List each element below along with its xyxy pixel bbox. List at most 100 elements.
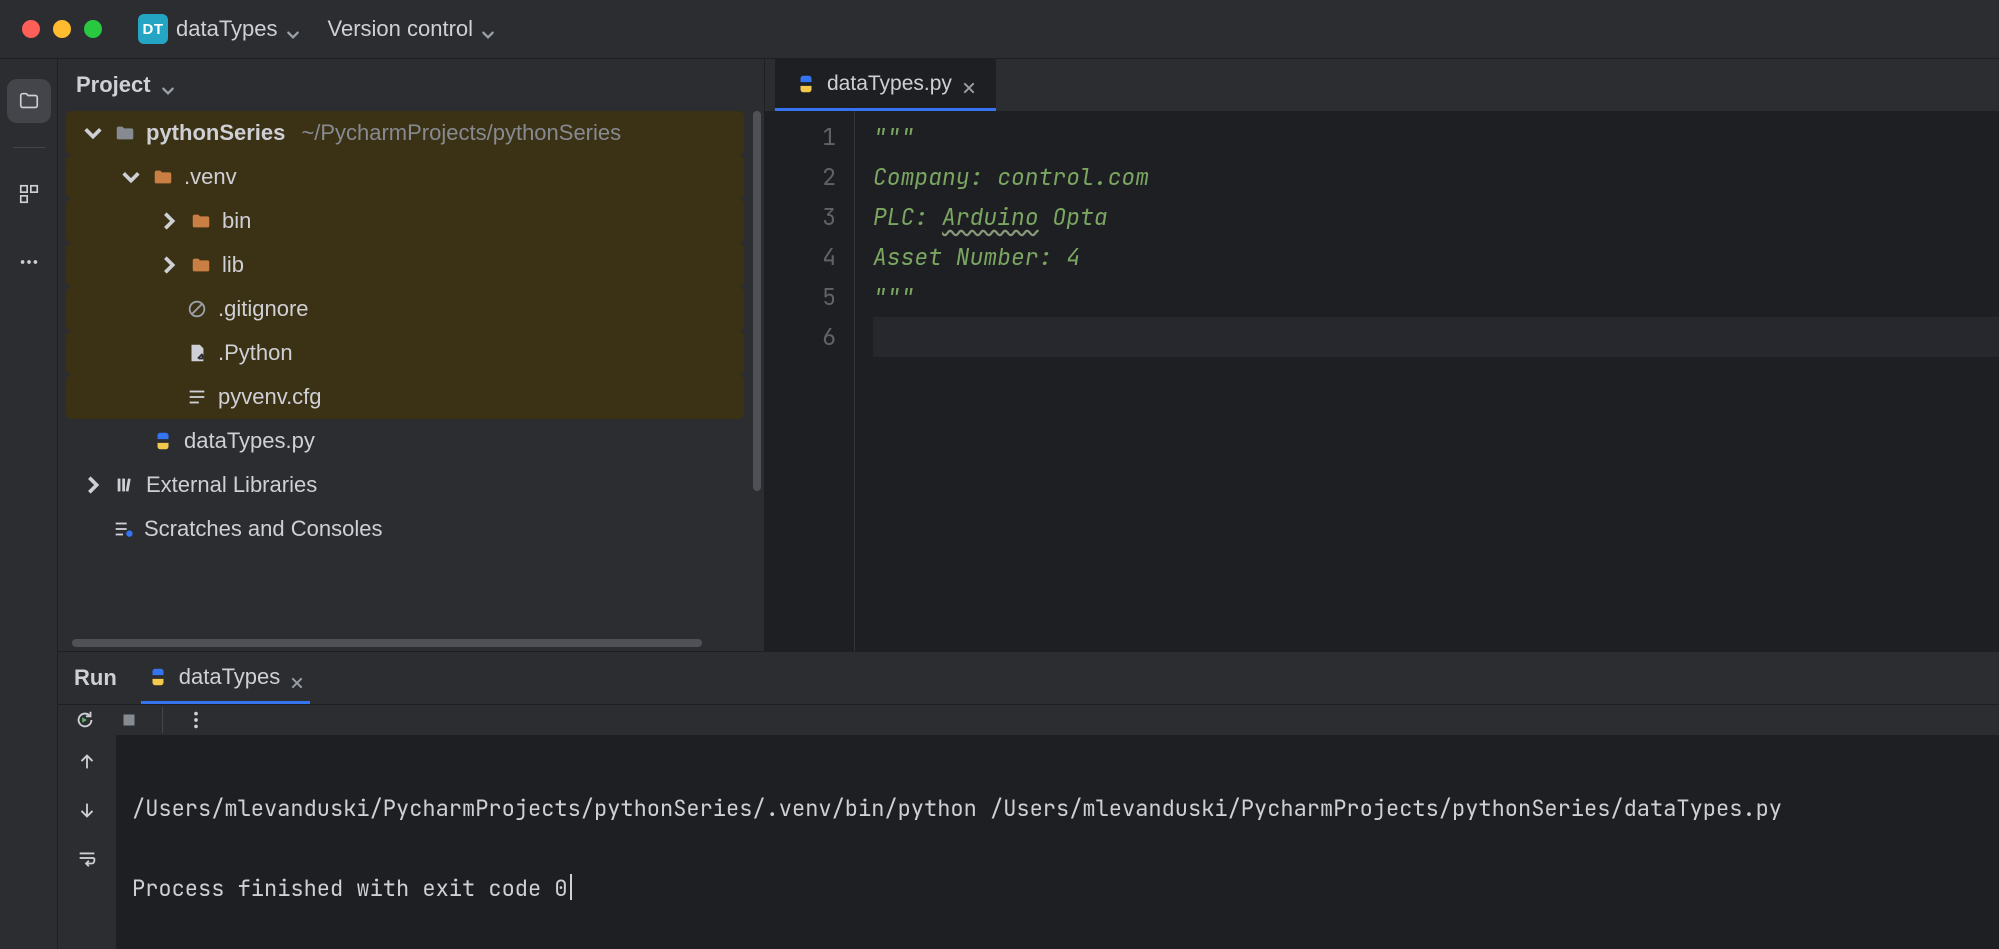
editor-tab-datatypes[interactable]: dataTypes.py — [775, 59, 996, 111]
project-tool-button[interactable] — [7, 79, 51, 123]
code-lines[interactable]: """ Company: control.com PLC: Arduino Op… — [855, 111, 1999, 651]
editor-tabs: dataTypes.py — [765, 59, 1999, 111]
text-file-icon — [186, 386, 208, 408]
tree-item-label: .gitignore — [218, 296, 309, 322]
file-link-icon — [186, 342, 208, 364]
tree-item-scratches[interactable]: Scratches and Consoles — [66, 507, 744, 551]
tree-item-venv[interactable]: .venv — [66, 155, 744, 199]
folder-icon — [114, 122, 136, 144]
window-close-button[interactable] — [22, 20, 40, 38]
window-titlebar: DT dataTypes Version control — [0, 0, 1999, 58]
window-controls — [12, 20, 120, 38]
python-file-icon — [795, 73, 817, 95]
tool-window-rail — [0, 59, 58, 949]
run-tool-window: Run dataTypes — [58, 651, 1999, 949]
project-sidebar-title: Project — [76, 72, 151, 98]
tree-item-label: bin — [222, 208, 251, 234]
version-control-menu[interactable]: Version control — [328, 16, 496, 42]
code-area[interactable]: 1 2 3 4 5 6 """ Company: control.com PLC… — [765, 111, 1999, 651]
rerun-icon[interactable] — [74, 709, 96, 731]
console-line: Process finished with exit code 0 — [132, 874, 568, 903]
line-number: 1 — [765, 117, 836, 157]
line-number: 3 — [765, 197, 836, 237]
python-file-icon — [147, 666, 169, 688]
scratches-icon — [112, 518, 134, 540]
chevron-down-icon — [120, 166, 142, 188]
structure-icon — [18, 183, 40, 205]
line-number: 2 — [765, 157, 836, 197]
tree-item-label: pyvenv.cfg — [218, 384, 322, 410]
code-line: PLC: Arduino Opta — [873, 197, 1999, 237]
tree-item-gitignore[interactable]: .gitignore — [66, 287, 744, 331]
folder-icon — [190, 210, 212, 232]
close-icon[interactable] — [962, 77, 976, 91]
arrow-up-icon[interactable] — [76, 751, 98, 773]
soft-wrap-icon[interactable] — [76, 847, 98, 869]
chevron-down-icon — [481, 22, 495, 36]
tree-item-subpath: ~/PycharmProjects/pythonSeries — [301, 120, 621, 146]
tree-item-label: .Python — [218, 340, 293, 366]
tree-item-dotpython[interactable]: .Python — [66, 331, 744, 375]
tree-item-label: Scratches and Consoles — [144, 516, 382, 542]
line-number: 5 — [765, 277, 836, 317]
window-minimize-button[interactable] — [53, 20, 71, 38]
structure-tool-button[interactable] — [7, 172, 51, 216]
code-line: Company: control.com — [873, 157, 1999, 197]
scrollbar-thumb[interactable] — [72, 639, 702, 647]
tree-item-pyvenv[interactable]: pyvenv.cfg — [66, 375, 744, 419]
run-title: Run — [74, 665, 117, 691]
project-sidebar-header[interactable]: Project — [58, 59, 764, 111]
python-file-icon — [152, 430, 174, 452]
run-toolbar — [58, 704, 1999, 735]
code-editor: dataTypes.py 1 2 3 4 5 6 — [765, 59, 1999, 651]
version-control-label: Version control — [328, 16, 474, 42]
library-icon — [114, 474, 136, 496]
close-icon[interactable] — [290, 670, 304, 684]
code-line: """ — [873, 277, 1999, 317]
project-tree[interactable]: pythonSeries ~/PycharmProjects/pythonSer… — [58, 111, 764, 629]
code-line: """ — [873, 117, 1999, 157]
tree-root[interactable]: pythonSeries ~/PycharmProjects/pythonSer… — [66, 111, 744, 155]
more-tool-button[interactable] — [7, 240, 51, 284]
rail-separator — [13, 147, 45, 148]
folder-icon — [152, 166, 174, 188]
run-side-toolbar — [58, 735, 116, 949]
more-vertical-icon[interactable] — [185, 709, 207, 731]
window-zoom-button[interactable] — [84, 20, 102, 38]
folder-icon — [190, 254, 212, 276]
project-name: dataTypes — [176, 16, 278, 42]
project-badge: DT — [138, 14, 168, 44]
code-line: Asset Number: 4 — [873, 237, 1999, 277]
scrollbar-vertical[interactable] — [753, 111, 761, 491]
tree-item-label: .venv — [184, 164, 237, 190]
console-line: /Users/mlevanduski/PycharmProjects/pytho… — [132, 794, 1782, 823]
chevron-down-icon — [161, 78, 175, 92]
line-number: 6 — [765, 317, 836, 357]
scrollbar-horizontal[interactable] — [72, 635, 750, 651]
project-sidebar: Project pythonSeries ~/PycharmProjects/p… — [58, 59, 765, 651]
tree-item-external-libs[interactable]: External Libraries — [66, 463, 744, 507]
ignore-icon — [186, 298, 208, 320]
chevron-down-icon — [82, 122, 104, 144]
tree-item-bin[interactable]: bin — [66, 199, 744, 243]
tree-item-datatypes[interactable]: dataTypes.py — [66, 419, 744, 463]
run-console-output[interactable]: /Users/mlevanduski/PycharmProjects/pytho… — [116, 735, 1999, 949]
editor-tab-label: dataTypes.py — [827, 72, 952, 96]
run-tool-header: Run dataTypes — [58, 652, 1999, 704]
run-config-tab[interactable]: dataTypes — [141, 652, 311, 704]
text-cursor — [570, 874, 572, 900]
project-switcher[interactable]: DT dataTypes — [138, 14, 300, 44]
stop-icon[interactable] — [118, 709, 140, 731]
folder-icon — [18, 90, 40, 112]
tree-item-label: dataTypes.py — [184, 428, 315, 454]
code-line-current — [873, 317, 1999, 357]
run-config-name: dataTypes — [179, 664, 281, 690]
tree-item-label: pythonSeries — [146, 120, 285, 146]
toolbar-separator — [162, 707, 163, 733]
more-horizontal-icon — [18, 251, 40, 273]
chevron-right-icon — [158, 210, 180, 232]
tree-item-label: lib — [222, 252, 244, 278]
chevron-right-icon — [158, 254, 180, 276]
arrow-down-icon[interactable] — [76, 799, 98, 821]
tree-item-lib[interactable]: lib — [66, 243, 744, 287]
